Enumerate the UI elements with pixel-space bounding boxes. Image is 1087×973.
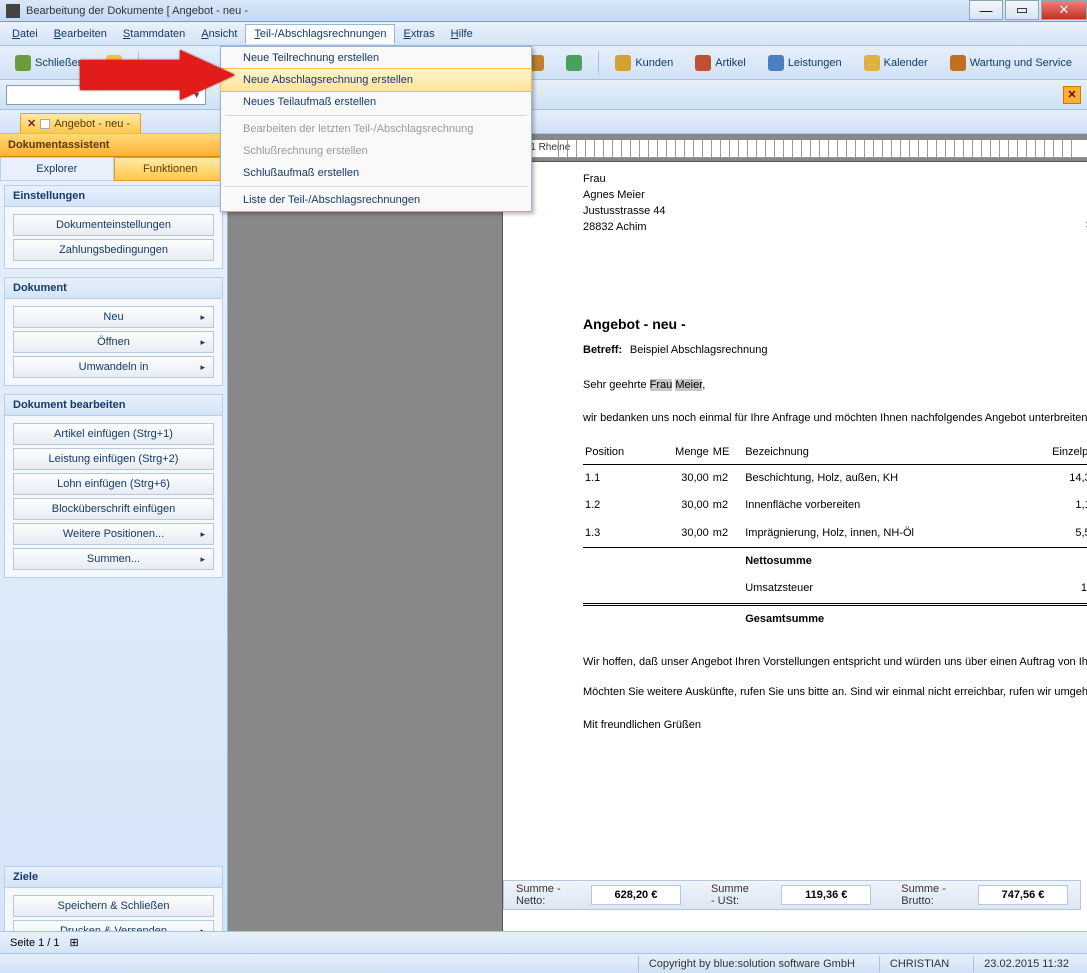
btn-neu[interactable]: Neu▸ — [13, 306, 214, 328]
tutorial-arrow — [80, 50, 240, 113]
doc-tab[interactable]: ✕ Angebot - neu - — [20, 113, 141, 133]
table-row: 1.330,00m2Imprägnierung, Holz, innen, NH… — [583, 520, 1087, 548]
sum-ust: 119,36 € — [781, 885, 871, 905]
menu-hilfe[interactable]: Hilfe — [443, 25, 481, 43]
leistungen-button[interactable]: Leistungen — [759, 50, 851, 76]
menu-datei[interactable]: Datei — [4, 25, 46, 43]
sum-netto: 628,20 € — [591, 885, 681, 905]
doc-tabstrip: ✕ Angebot - neu - — [0, 110, 1087, 134]
kalender-button[interactable]: Kalender — [855, 50, 937, 76]
btn-artikel-einfuegen[interactable]: Artikel einfügen (Strg+1) — [13, 423, 214, 445]
menu-stammdaten[interactable]: Stammdaten — [115, 25, 193, 43]
bottom-bar: Seite 1 / 1 ⊞ — [0, 931, 1087, 953]
tab-close-icon[interactable]: ✕ — [27, 117, 36, 130]
document-page[interactable]: Original Rheine, 23.02.2015 Steuernr.: 1… — [503, 162, 1087, 942]
document-area: 48431 Rheine Original Rheine, 23.02.2015… — [228, 134, 1087, 954]
dd-neues-teilaufmass[interactable]: Neues Teilaufmaß erstellen — [221, 91, 531, 113]
ruler-ticks — [558, 140, 1077, 157]
page-indicator: Seite 1 / 1 — [10, 937, 60, 949]
tab-label: Angebot - neu - — [54, 118, 130, 130]
tab-explorer[interactable]: Explorer — [0, 157, 114, 181]
dd-neue-abschlagsrechnung[interactable]: Neue Abschlagsrechnung erstellen — [220, 68, 532, 92]
window-title: Bearbeitung der Dokumente [ Angebot - ne… — [26, 5, 248, 17]
footer: Copyright by blue:solution software GmbH… — [0, 953, 1087, 973]
tb-icon4[interactable] — [557, 50, 591, 76]
dd-schlussaufmass[interactable]: Schlußaufmaß erstellen — [221, 162, 531, 184]
doc-body: Sehr geehrte Frau Meier, wir bedanken un… — [583, 378, 1087, 734]
dd-liste[interactable]: Liste der Teil-/Abschlagsrechnungen — [221, 189, 531, 211]
panel-bearbeiten: Dokument bearbeiten Artikel einfügen (St… — [4, 394, 223, 578]
address-block: Frau Agnes Meier Justusstrasse 44 28832 … — [583, 172, 1087, 236]
sidebar-title: Dokumentassistent — [0, 134, 227, 157]
panel-dokument: Dokument Neu▸ Öffnen▸ Umwandeln in▸ — [4, 277, 223, 386]
kunden-button[interactable]: Kunden — [606, 50, 682, 76]
btn-blockueberschrift[interactable]: Blocküberschrift einfügen — [13, 498, 214, 520]
footer-user: CHRISTIAN — [879, 956, 959, 972]
btn-leistung-einfuegen[interactable]: Leistung einfügen (Strg+2) — [13, 448, 214, 470]
menu-extras[interactable]: Extras — [395, 25, 442, 43]
menu-teilabschlag[interactable]: Teil-/Abschlagsrechnungen — [245, 24, 395, 44]
table-row: 1.230,00m2Innenfläche vorbereiten1,13 €3… — [583, 492, 1087, 519]
doc-headline: Angebot - neu - — [583, 316, 1087, 332]
wartung-button[interactable]: Wartung und Service — [941, 50, 1081, 76]
menu-ansicht[interactable]: Ansicht — [193, 25, 245, 43]
btn-lohn-einfuegen[interactable]: Lohn einfügen (Strg+6) — [13, 473, 214, 495]
dropdown-teilabschlag: Neue Teilrechnung erstellen Neue Abschla… — [220, 46, 532, 212]
minimize-button[interactable]: — — [969, 0, 1003, 20]
layout-icon[interactable]: ⊞ — [70, 936, 79, 949]
btn-dokumenteinstellungen[interactable]: Dokumenteinstellungen — [13, 214, 214, 236]
doc-betreff: Betreff: Beispiel Abschlagsrechnung — [583, 340, 1087, 356]
items-table: PositionMengeMEBezeichnungEinzelpreisGes… — [583, 441, 1087, 634]
sum-brutto: 747,56 € — [978, 885, 1068, 905]
btn-speichern-schliessen[interactable]: Speichern & Schließen — [13, 895, 214, 917]
window-controls: — ▭ ✕ — [967, 0, 1087, 20]
sidebar: Dokumentassistent Explorer Funktionen Ei… — [0, 134, 228, 954]
menubar: Datei Bearbeiten Stammdaten Ansicht Teil… — [0, 22, 1087, 46]
summary-bar: Summe - Netto:628,20 € Summe - USt:119,3… — [503, 880, 1081, 910]
btn-oeffnen[interactable]: Öffnen▸ — [13, 331, 214, 353]
menu-bearbeiten[interactable]: Bearbeiten — [46, 25, 115, 43]
dd-schlussrechnung: Schlußrechnung erstellen — [221, 140, 531, 162]
tab-funktionen[interactable]: Funktionen — [114, 157, 228, 181]
close-panel-button[interactable]: ✕ — [1063, 86, 1081, 104]
main-area: Dokumentassistent Explorer Funktionen Ei… — [0, 134, 1087, 954]
dd-neue-teilrechnung[interactable]: Neue Teilrechnung erstellen — [221, 47, 531, 69]
titlebar: Bearbeitung der Dokumente [ Angebot - ne… — [0, 0, 1087, 22]
btn-zahlungsbedingungen[interactable]: Zahlungsbedingungen — [13, 239, 214, 261]
close-window-button[interactable]: ✕ — [1041, 0, 1087, 20]
app-icon — [6, 4, 20, 18]
sidebar-tabs: Explorer Funktionen — [0, 157, 227, 181]
dd-bearbeiten-letzte: Bearbeiten der letzten Teil-/Abschlagsre… — [221, 118, 531, 140]
panel-einstellungen: Einstellungen Dokumenteinstellungen Zahl… — [4, 185, 223, 269]
btn-summen[interactable]: Summen...▸ — [13, 548, 214, 570]
btn-umwandeln[interactable]: Umwandeln in▸ — [13, 356, 214, 378]
doc-icon — [40, 119, 50, 129]
dd-sep2 — [225, 186, 527, 187]
table-row: 1.130,00m2Beschichtung, Holz, außen, KH1… — [583, 464, 1087, 492]
dd-sep — [225, 115, 527, 116]
footer-datetime: 23.02.2015 11:32 — [973, 956, 1079, 972]
footer-copyright: Copyright by blue:solution software GmbH — [638, 956, 865, 972]
artikel-button[interactable]: Artikel — [686, 50, 755, 76]
maximize-button[interactable]: ▭ — [1005, 0, 1039, 20]
btn-weitere-positionen[interactable]: Weitere Positionen...▸ — [13, 523, 214, 545]
